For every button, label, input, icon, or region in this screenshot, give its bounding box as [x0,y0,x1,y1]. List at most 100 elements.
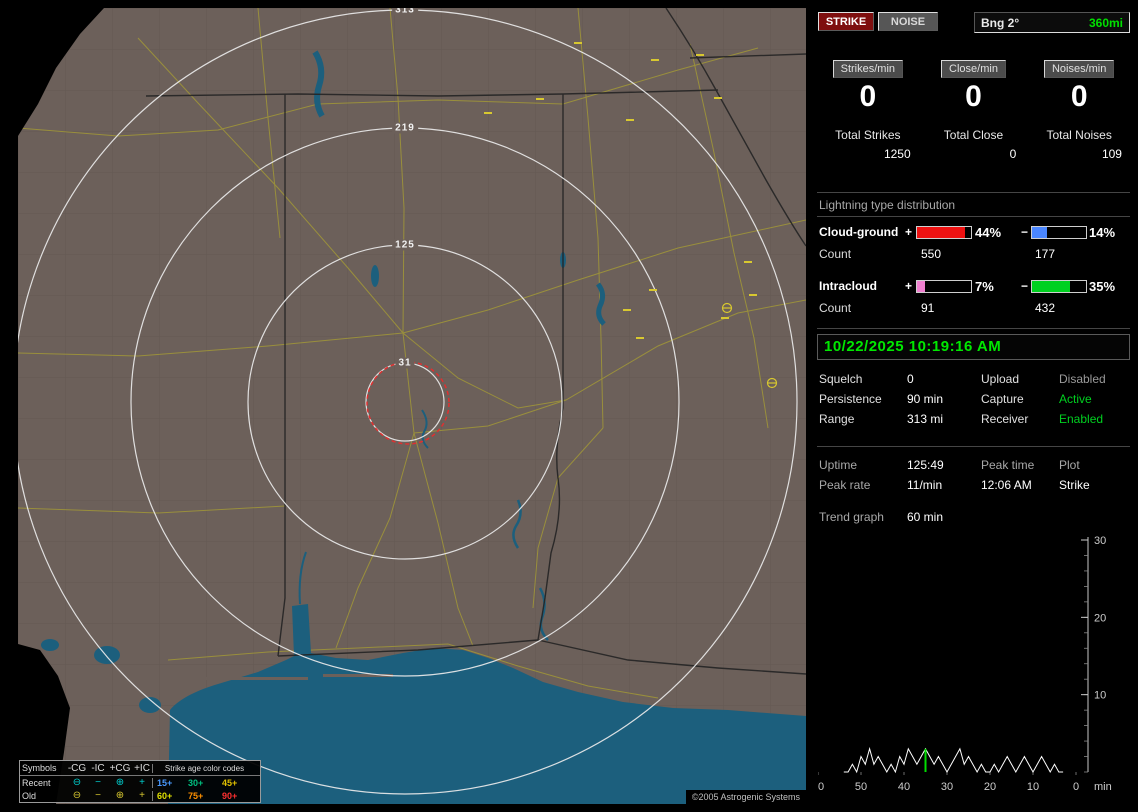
svg-text:50: 50 [855,781,867,793]
rate-buttons: Strikes/min Close/min Noises/min [815,60,1132,78]
symbol-neg-ic-old-icon: − [95,790,101,801]
ic-neg-percent: 35% [1089,279,1116,294]
plot-label: Plot [1059,458,1080,472]
age-90: 90+ [222,790,238,801]
legend-col-nic: -IC [91,762,105,774]
upload-label: Upload [981,372,1020,386]
copyright-label: ©2005 Astrogenic Systems [685,790,806,804]
strikes-per-min-value: 0 [859,80,877,113]
squelch-value: 0 [907,372,914,386]
cg-pos-bar [916,226,972,239]
symbol-pos-ic-recent-icon: + [139,777,145,788]
svg-text:40: 40 [898,781,910,793]
svg-text:20: 20 [984,781,996,793]
age-75: 75+ [188,790,204,801]
range-rings-overlay [18,9,798,795]
persistence-label: Persistence [819,392,882,406]
bearing-range-readout: Bng 2° 360mi [974,12,1130,33]
upload-value: Disabled [1059,372,1106,386]
minus-sign: − [1021,279,1029,293]
total-close-value: 0 [1009,147,1017,161]
svg-text:0: 0 [1073,781,1079,793]
cg-neg-bar [1031,226,1087,239]
divider [817,328,1130,329]
peak-time-value: 12:06 AM [981,478,1032,492]
app-window: 313 219 125 31 Symbols -CG -IC +CG +IC Stri… [0,0,1138,812]
datetime-readout: 10/22/2025 10:19:16 AM [817,334,1130,360]
plot-value: Strike [1059,478,1090,492]
ic-neg-count: 432 [1035,301,1056,315]
symbol-neg-cg-recent-icon: ⊖ [72,777,82,788]
trend-window-value: 60 min [907,510,944,524]
peak-time-label: Peak time [981,458,1035,472]
uptime-label: Uptime [819,458,858,472]
legend-row-recent: Recent [22,777,51,788]
ic-neg-bar [1031,280,1087,293]
svg-text:20: 20 [1094,612,1106,624]
cg-neg-count: 177 [1035,247,1056,261]
symbol-pos-cg-recent-icon: ⊕ [115,777,125,788]
stats-grid: Uptime 125:49 Peak time Plot Peak rate 1… [819,458,1132,492]
intracloud-row: Intracloud + 7% − 35% [815,279,1138,295]
strikes-per-min-button[interactable]: Strikes/min [832,60,904,78]
trend-row: Trend graph 60 min [819,510,1132,524]
cloud-ground-row: Cloud-ground + 44% − 14% [815,225,1138,241]
legend-symbols-header: Symbols [22,763,57,773]
svg-text:min: min [1094,781,1112,793]
legend-col-pcg: +CG [109,762,131,774]
count-label: Count [819,301,852,315]
capture-label: Capture [981,392,1024,406]
ic-pos-percent: 7% [975,279,994,294]
close-per-min-button[interactable]: Close/min [941,60,1006,78]
distribution-title: Lightning type distribution [819,198,956,212]
distance-value: 360mi [1088,15,1123,30]
cloud-ground-label: Cloud-ground [819,225,899,239]
svg-text:10: 10 [1027,781,1039,793]
totals: Total Strikes 1250 Total Close 0 Total N… [815,128,1132,161]
trend-graph-label: Trend graph [819,510,884,524]
count-label: Count [819,247,852,261]
trend-graph: 10 20 30 60 50 40 30 20 10 0 min [812,534,1128,800]
cg-neg-percent: 14% [1089,225,1116,240]
symbol-pos-cg-old-icon: ⊕ [115,790,125,801]
range-value: 313 mi [907,412,944,426]
noises-per-min-button[interactable]: Noises/min [1043,60,1115,78]
divider [817,216,1130,217]
cg-pos-percent: 44% [975,225,1002,240]
age-30: 30+ [188,777,204,788]
age-45: 45+ [222,777,238,788]
persistence-value: 90 min [907,392,944,406]
svg-text:30: 30 [941,781,953,793]
age-60: 60+ [152,790,188,801]
intracloud-count-row: Count 91 432 [815,301,1138,317]
legend-row-old: Old [22,790,37,801]
receiver-value: Enabled [1059,412,1104,426]
noise-toggle-button[interactable]: NOISE [878,12,938,31]
total-strikes-label: Total Strikes [835,128,901,142]
intracloud-label: Intracloud [819,279,878,293]
symbol-pos-ic-old-icon: + [139,790,145,801]
symbol-neg-cg-old-icon: ⊖ [72,790,82,801]
uptime-value: 125:49 [907,458,944,472]
peak-rate-value: 11/min [907,478,943,492]
receiver-label: Receiver [981,412,1029,426]
strike-toggle-button[interactable]: STRIKE [818,12,874,31]
status-panel: STRIKE NOISE Bng 2° 360mi Strikes/min Cl… [812,0,1138,812]
total-noises-value: 109 [1101,147,1122,161]
rate-values: 0 0 0 [815,82,1132,112]
squelch-label: Squelch [819,372,863,386]
noises-per-min-value: 0 [1070,80,1088,113]
total-strikes-value: 1250 [883,147,911,161]
svg-text:10: 10 [1094,690,1106,702]
close-per-min-value: 0 [965,80,982,113]
map-legend: Symbols -CG -IC +CG +IC Strike age color… [19,760,261,803]
cg-pos-count: 550 [921,247,942,261]
ic-pos-bar [916,280,972,293]
legend-col-ncg: -CG [67,762,87,774]
status-grid: Squelch 0 Upload Disabled Persistence 90… [819,372,1132,426]
plus-sign: + [905,279,913,293]
bearing-value: Bng 2° [981,15,1020,30]
legend-col-pic: +IC [134,762,150,774]
svg-text:60: 60 [818,781,824,793]
lightning-map[interactable]: 313 219 125 31 Symbols -CG -IC +CG +IC Stri… [18,8,806,804]
